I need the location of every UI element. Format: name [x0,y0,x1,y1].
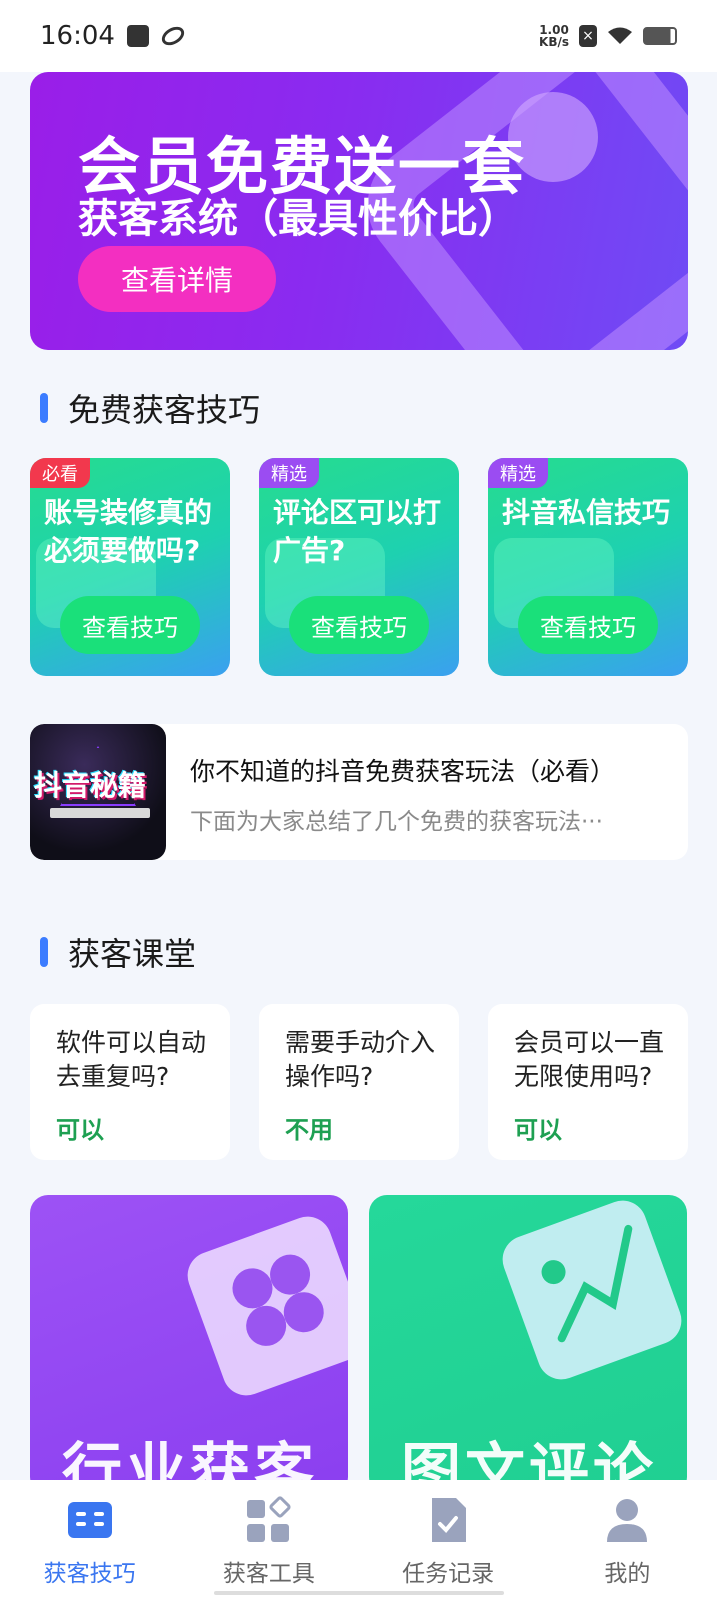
qa-answer: 可以 [514,1116,562,1144]
tip-tag: 精选 [488,458,548,488]
article-description: 下面为大家总结了几个免费的获客玩法··· [190,809,603,835]
qa-question: 软件可以自动去重复吗? [56,1028,207,1091]
qa-answer: 可以 [56,1116,104,1144]
thumbnail-text: 抖音秘籍 [34,769,147,802]
tab-label: 获客工具 [222,1561,315,1587]
tab-label: 任务记录 [402,1561,495,1587]
tip-tag: 必看 [30,458,90,488]
tab-tools[interactable]: 获客工具 [179,1496,358,1588]
qa-card[interactable]: 软件可以自动去重复吗? 可以 [30,1004,230,1160]
tip-title: 评论区可以打广告? [273,496,442,567]
grid-tools-icon [246,1496,291,1542]
tip-card[interactable]: 精选 抖音私信技巧 查看技巧 [488,458,688,676]
document-check-icon [432,1498,467,1542]
view-tip-button[interactable]: 查看技巧 [518,596,658,654]
article-title: 你不知道的抖音免费获客玩法（必看） [190,757,616,786]
section-title: 获客课堂 [68,935,197,973]
section-header-class: 获客课堂 [40,929,196,975]
view-tip-button[interactable]: 查看技巧 [289,596,429,654]
view-details-button[interactable]: 查看详情 [78,246,276,312]
section-accent-bar [40,937,48,967]
tip-card[interactable]: 精选 评论区可以打广告? 查看技巧 [259,458,459,676]
industry-leads-card[interactable]: 行业获客 [30,1195,348,1495]
qa-question: 需要手动介入操作吗? [285,1028,436,1091]
no-sim-icon: × [579,25,597,47]
view-tip-button[interactable]: 查看技巧 [60,596,200,654]
qa-answer: 不用 [285,1116,333,1144]
tip-card[interactable]: 必看 账号装修真的必须要做吗? 查看技巧 [30,458,230,676]
apps-icon [180,1209,348,1403]
tab-label: 我的 [604,1561,651,1587]
tab-tasks[interactable]: 任务记录 [359,1496,538,1588]
home-indicator[interactable] [214,1591,504,1595]
status-bar: 16:04 1.00 KB/s × [0,0,717,72]
banner-subtitle: 获客系统（最具性价比） [78,196,518,242]
image-text-comment-card[interactable]: 图文评论 [369,1195,687,1495]
article-thumbnail: 抖音秘籍 [30,724,166,860]
user-icon [607,1499,648,1542]
wifi-icon [608,27,632,44]
article-item[interactable]: 抖音秘籍 你不知道的抖音免费获客玩法（必看） 下面为大家总结了几个免费的获客玩法… [30,724,688,860]
network-speed: 1.00 KB/s [539,23,569,49]
qa-card[interactable]: 会员可以一直无限使用吗? 可以 [488,1004,688,1160]
tab-label: 获客技巧 [43,1561,136,1587]
status-time: 16:04 [40,21,115,51]
tip-title: 抖音私信技巧 [502,496,671,529]
battery-icon [643,27,677,45]
tip-title: 账号装修真的必须要做吗? [44,496,213,567]
promo-banner[interactable]: 会员免费送一套 获客系统（最具性价比） 查看详情 [30,72,688,350]
tab-tips[interactable]: 获客技巧 [0,1496,179,1588]
sync-icon [158,23,188,49]
book-icon [67,1502,112,1538]
section-accent-bar [40,393,48,423]
qa-card[interactable]: 需要手动介入操作吗? 不用 [259,1004,459,1160]
qa-question: 会员可以一直无限使用吗? [514,1028,665,1091]
image-chart-icon [495,1195,687,1387]
tab-profile[interactable]: 我的 [538,1496,717,1588]
sd-card-icon [126,25,149,47]
section-title: 免费获客技巧 [68,391,261,429]
tip-tag: 精选 [259,458,319,488]
section-header-tips: 免费获客技巧 [40,385,260,431]
bottom-nav: 获客技巧 获客工具 任务记录 我的 [0,1480,717,1600]
